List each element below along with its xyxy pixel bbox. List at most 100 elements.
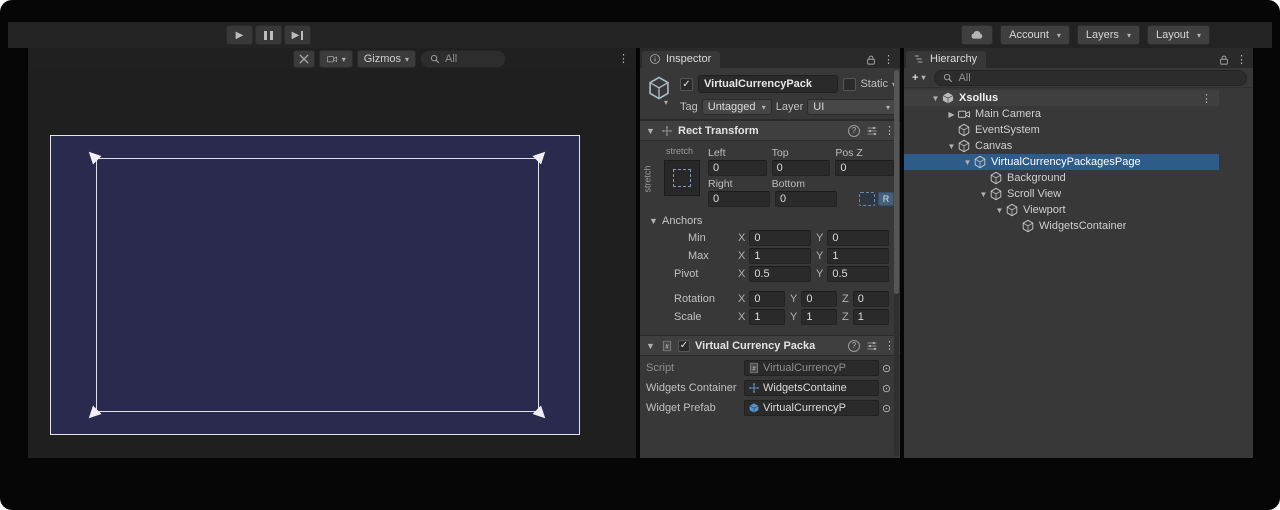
check-icon: ✓ <box>682 79 690 90</box>
scene-viewport[interactable] <box>28 70 636 458</box>
hierarchy-item-xsollus[interactable]: ▼ Xsollus ⋮ <box>904 90 1219 106</box>
rotation-z-field[interactable]: 0 <box>853 291 889 307</box>
account-dropdown[interactable]: Account▾ <box>1000 25 1070 45</box>
lock-icon[interactable] <box>865 54 877 66</box>
posz-field[interactable]: 0 <box>835 160 894 176</box>
chevron-down-icon: ▾ <box>1057 31 1061 40</box>
anchors-max-y-field[interactable]: 1 <box>827 248 889 264</box>
tag-value: Untagged <box>708 101 756 113</box>
presets-icon[interactable] <box>866 340 878 352</box>
pivot-y-field[interactable]: 0.5 <box>827 266 889 282</box>
script-file-icon <box>748 362 760 374</box>
object-picker-icon[interactable]: ⊙ <box>879 382 894 395</box>
layer-dropdown[interactable]: UI▾ <box>807 99 896 115</box>
chevron-down-icon[interactable]: ▼ <box>962 158 973 167</box>
tab-hierarchy[interactable]: Hierarchy <box>906 51 986 68</box>
gizmos-label: Gizmos <box>364 53 401 65</box>
scale-y-field[interactable]: 1 <box>801 309 837 325</box>
gizmos-dropdown[interactable]: Gizmos▾ <box>357 50 416 68</box>
active-checkbox[interactable]: ✓ <box>680 78 693 91</box>
anchor-preset-widget[interactable]: stretch stretch <box>646 146 708 210</box>
chevron-down-icon[interactable]: ▼ <box>930 94 941 103</box>
chevron-down-icon[interactable]: ▼ <box>994 206 1005 215</box>
stretch-label-horizontal: stretch <box>666 146 693 156</box>
anchors-foldout[interactable]: ▼ Anchors <box>648 215 894 227</box>
right-field[interactable]: 0 <box>708 191 770 207</box>
scene-menu-kebab-icon[interactable]: ⋮ <box>618 52 629 65</box>
gameobject-name-field[interactable]: VirtualCurrencyPack <box>698 75 838 93</box>
object-picker-icon[interactable]: ⊙ <box>879 362 894 375</box>
script-object-field[interactable]: VirtualCurrencyP <box>744 360 879 376</box>
pivot-x-field[interactable]: 0.5 <box>749 266 811 282</box>
hierarchy-item-virtualcurrencypackagespage[interactable]: ▼ VirtualCurrencyPackagesPage <box>904 154 1219 170</box>
foldout-icon[interactable]: ▼ <box>648 216 659 226</box>
help-icon[interactable]: ? <box>848 340 860 352</box>
inspector-scrollbar[interactable] <box>894 70 899 456</box>
hierarchy-item-widgetscontainer[interactable]: WidgetsContainer <box>904 218 1219 234</box>
create-object-button[interactable]: + ▾ <box>908 70 929 86</box>
tag-dropdown[interactable]: Untagged ▾ <box>702 99 772 115</box>
anchor-preset-box[interactable] <box>664 160 700 196</box>
scale-x-field[interactable]: 1 <box>749 309 785 325</box>
hierarchy-item-background[interactable]: Background <box>904 170 1219 186</box>
hierarchy-item-viewport[interactable]: ▼ Viewport <box>904 202 1219 218</box>
chevron-down-icon[interactable]: ▼ <box>978 190 989 199</box>
layout-dropdown[interactable]: Layout▾ <box>1147 25 1210 45</box>
widget-prefab-value: VirtualCurrencyP <box>763 402 846 414</box>
raw-edit-mode-button[interactable]: R <box>878 192 894 206</box>
top-field[interactable]: 0 <box>772 160 831 176</box>
chevron-right-icon[interactable]: ▶ <box>946 110 957 119</box>
inspector-menu-kebab-icon[interactable]: ⋮ <box>883 53 894 66</box>
scene-search-input[interactable]: All <box>420 50 506 68</box>
anchors-min-y-field[interactable]: 0 <box>827 230 889 246</box>
presets-icon[interactable] <box>866 125 878 137</box>
step-button[interactable]: ▶ <box>284 25 311 45</box>
blueprint-mode-button[interactable] <box>859 192 875 206</box>
hierarchy-item-eventsystem[interactable]: EventSystem <box>904 122 1219 138</box>
play-button[interactable]: ▶ <box>226 25 253 45</box>
canvas-gizmo-rect[interactable] <box>50 135 580 435</box>
component-enabled-checkbox[interactable]: ✓ <box>678 340 690 352</box>
play-icon: ▶ <box>236 30 244 41</box>
rotation-x-field[interactable]: 0 <box>749 291 785 307</box>
script-component-body: Script VirtualCurrencyP ⊙ Widgets Contai… <box>640 360 900 416</box>
anchors-min-x-field[interactable]: 0 <box>749 230 811 246</box>
help-icon[interactable]: ? <box>848 125 860 137</box>
lock-icon[interactable] <box>1218 54 1230 66</box>
gameobject-icon <box>989 171 1003 185</box>
anchors-max-x-field[interactable]: 1 <box>749 248 811 264</box>
hierarchy-item-scroll-view[interactable]: ▼ Scroll View <box>904 186 1219 202</box>
script-component-header[interactable]: ▼ ✓ Virtual Currency Packa ? ⋮ <box>640 335 900 356</box>
gameobject-cube-icon[interactable] <box>646 75 672 101</box>
scene-options-kebab-icon[interactable]: ⋮ <box>1201 92 1219 105</box>
inspector-tabbar: Inspector ⋮ <box>640 48 900 68</box>
layers-dropdown[interactable]: Layers▾ <box>1077 25 1140 45</box>
scale-z-field[interactable]: 1 <box>853 309 889 325</box>
tab-inspector[interactable]: Inspector <box>642 51 720 68</box>
hierarchy-tabbar: Hierarchy ⋮ <box>904 48 1253 68</box>
left-field[interactable]: 0 <box>708 160 767 176</box>
foldout-icon[interactable]: ▼ <box>645 341 656 351</box>
rotation-y-field[interactable]: 0 <box>801 291 837 307</box>
inspector-icon <box>649 53 661 65</box>
static-checkbox[interactable] <box>843 78 856 91</box>
foldout-icon[interactable]: ▼ <box>645 126 656 136</box>
chevron-down-icon[interactable]: ▼ <box>946 142 957 151</box>
bottom-field[interactable]: 0 <box>775 191 837 207</box>
hierarchy-menu-kebab-icon[interactable]: ⋮ <box>1236 53 1247 66</box>
scene-tools-button[interactable] <box>293 50 315 68</box>
pivot-label: Pivot <box>646 268 738 280</box>
object-picker-icon[interactable]: ⊙ <box>879 402 894 415</box>
hierarchy-item-main-camera[interactable]: ▶ Main Camera <box>904 106 1219 122</box>
rect-transform-header[interactable]: ▼ Rect Transform ? ⋮ <box>640 120 900 141</box>
widget-prefab-object-field[interactable]: VirtualCurrencyP <box>744 400 879 416</box>
cloud-button[interactable] <box>961 25 993 45</box>
hierarchy-search-input[interactable]: All <box>934 70 1247 86</box>
scrollbar-thumb[interactable] <box>894 70 899 294</box>
chevron-down-icon: ▾ <box>762 103 766 112</box>
hierarchy-item-canvas[interactable]: ▼ Canvas <box>904 138 1219 154</box>
chevron-down-icon: ▾ <box>664 98 668 107</box>
scene-camera-dropdown[interactable]: ▾ <box>319 50 353 68</box>
widgets-container-object-field[interactable]: WidgetsContaine <box>744 380 879 396</box>
pause-button[interactable] <box>255 25 282 45</box>
